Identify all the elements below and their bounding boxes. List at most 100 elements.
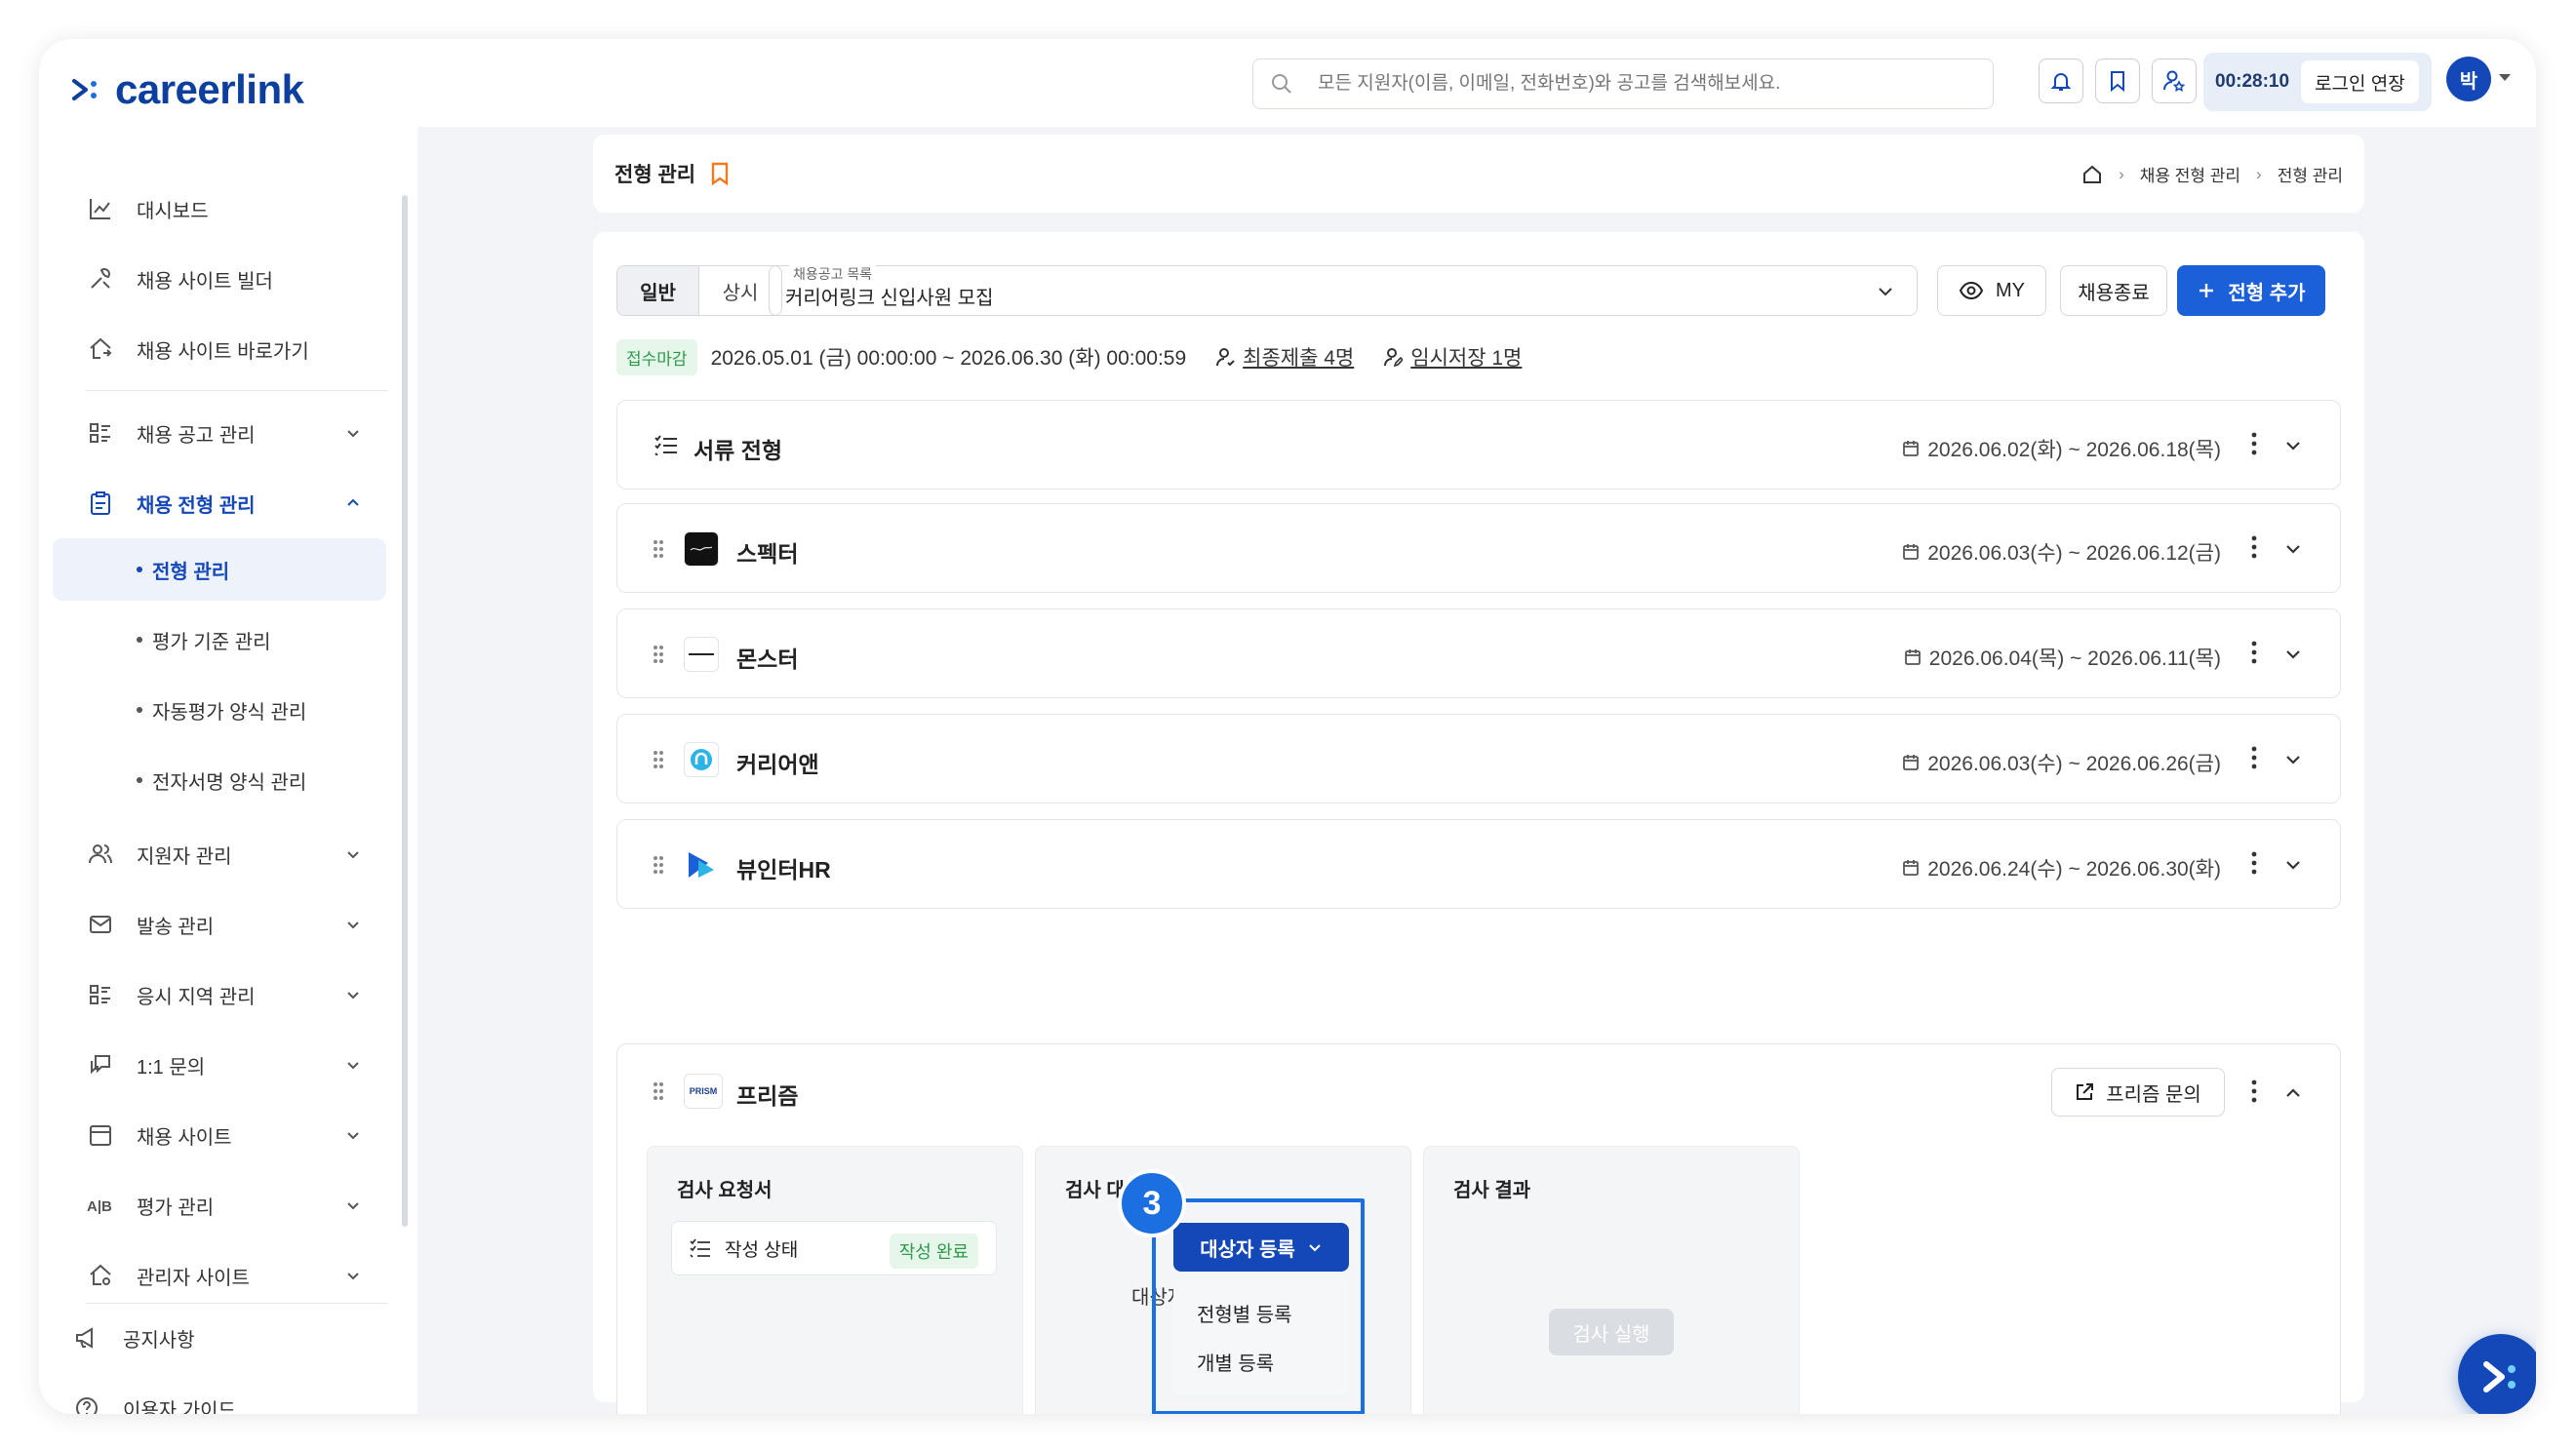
chevron-down-icon[interactable] xyxy=(2283,438,2303,453)
more-vertical-icon[interactable] xyxy=(2250,1078,2258,1105)
sidebar-item-label: 대시보드 xyxy=(137,200,209,222)
more-vertical-icon[interactable] xyxy=(2250,639,2258,666)
sidebar-item-dashboard[interactable]: 대시보드 xyxy=(39,179,390,238)
bullet xyxy=(137,707,142,713)
sidebar-item-label: 평가 관리 xyxy=(137,1196,215,1219)
sidebar-item-region[interactable]: 응시 지역 관리 xyxy=(39,965,390,1024)
breadcrumb: › 채용 전형 관리 › 전형 관리 xyxy=(2081,162,2343,186)
temp-save-link[interactable]: 임시저장 1명 xyxy=(1410,342,1522,372)
final-submit-count[interactable]: 최종제출 4명 xyxy=(1215,342,1354,372)
sidebar-item-label: 공지사항 xyxy=(123,1329,195,1352)
more-vertical-icon[interactable] xyxy=(2250,849,2258,877)
avatar[interactable]: 박 xyxy=(2446,57,2491,101)
temp-save-count[interactable]: 임시저장 1명 xyxy=(1383,342,1522,372)
chevron-down-icon xyxy=(347,1062,359,1070)
sidebar-item-inquiry[interactable]: 1:1 문의 xyxy=(39,1036,390,1094)
stage-career-and[interactable]: 커리어앤 2026.06.03(수) ~ 2026.06.26(금) xyxy=(616,714,2341,804)
drag-handle-icon[interactable] xyxy=(653,1081,664,1101)
stage-specter[interactable]: 스펙터 2026.06.03(수) ~ 2026.06.12(금) xyxy=(616,503,2341,593)
stage-name: 서류 전형 xyxy=(694,438,783,463)
sidebar-item-applicants[interactable]: 지원자 관리 xyxy=(39,825,390,883)
result-card: 검사 결과 검사 실행 xyxy=(1423,1146,1800,1414)
tab-general[interactable]: 일반 xyxy=(617,266,699,315)
sidebar-item-site-builder[interactable]: 채용 사이트 빌더 xyxy=(39,250,390,308)
sidebar-item-admin-site[interactable]: 관리자 사이트 xyxy=(39,1246,390,1305)
breadcrumb-item[interactable]: 전형 관리 xyxy=(2278,162,2343,186)
chevron-up-icon[interactable] xyxy=(2283,1085,2303,1101)
posting-select[interactable]: 채용공고 목록 커리어링크 신입사원 모집 xyxy=(769,264,1918,316)
stage-monster[interactable]: 몬스터 2026.06.04(목) ~ 2026.06.11(목) xyxy=(616,608,2341,698)
sidebar-subitem-e-sign[interactable]: 전자서명 양식 관리 xyxy=(53,749,386,811)
bookmark-button[interactable] xyxy=(2095,59,2140,103)
more-vertical-icon[interactable] xyxy=(2250,430,2258,457)
user-settings-button[interactable] xyxy=(2152,59,2197,103)
bullet xyxy=(137,637,142,643)
list-icon xyxy=(86,980,115,1009)
final-submit-link[interactable]: 최종제출 4명 xyxy=(1243,342,1354,372)
sidebar-item-send[interactable]: 발송 관리 xyxy=(39,895,390,954)
global-search[interactable] xyxy=(1252,59,1994,109)
sidebar-item-label: 관리자 사이트 xyxy=(137,1267,250,1289)
tools-icon xyxy=(86,264,115,294)
sidebar-item-site-shortcut[interactable]: 채용 사이트 바로가기 xyxy=(39,320,390,378)
careerlink-logo[interactable]: careerlink xyxy=(70,66,304,113)
sidebar-subitem-auto-eval[interactable]: 자동평가 양식 관리 xyxy=(53,679,386,741)
drag-handle-icon[interactable] xyxy=(653,855,664,875)
notification-button[interactable] xyxy=(2039,59,2083,103)
timer-text: 00:28:10 xyxy=(2215,71,2290,92)
extend-login-button[interactable]: 로그인 연장 xyxy=(2301,60,2419,103)
posting-info: 접수마감 2026.05.01 (금) 00:00:00 ~ 2026.06.3… xyxy=(616,337,1522,376)
write-status-row[interactable]: 작성 상태 작성 완료 xyxy=(671,1221,997,1275)
bullet xyxy=(137,567,142,572)
careerlink-assistant-icon xyxy=(2483,1361,2516,1392)
sidebar-item-guide[interactable]: 이용자 가이드 xyxy=(39,1379,390,1414)
bullet xyxy=(137,777,142,783)
chevron-down-icon[interactable] xyxy=(2283,647,2303,662)
sidebar-item-label: 발송 관리 xyxy=(137,916,215,938)
chevron-down-icon[interactable] xyxy=(2283,541,2303,557)
stage-name: 스펙터 xyxy=(736,541,799,567)
prism-inquiry-button[interactable]: 프리즘 문의 xyxy=(2051,1068,2225,1117)
breadcrumb-item[interactable]: 채용 전형 관리 xyxy=(2140,162,2240,186)
add-stage-button[interactable]: 전형 추가 xyxy=(2177,265,2325,316)
sidebar-subitem-criteria[interactable]: 평가 기준 관리 xyxy=(53,608,386,671)
search-input[interactable] xyxy=(1318,73,1942,95)
chevron-right-icon: › xyxy=(2119,164,2124,183)
sidebar-scrollbar[interactable] xyxy=(402,195,408,1227)
bookmark-icon[interactable] xyxy=(709,161,731,186)
chevron-up-icon xyxy=(347,498,359,506)
drag-handle-icon[interactable] xyxy=(653,750,664,769)
caret-down-icon[interactable] xyxy=(2499,74,2511,81)
drag-handle-icon[interactable] xyxy=(653,645,664,664)
sidebar-item-recruit-site[interactable]: 채용 사이트 xyxy=(39,1106,390,1164)
sidebar-item-notice[interactable]: 공지사항 xyxy=(39,1309,390,1367)
chevron-down-icon[interactable] xyxy=(2283,752,2303,767)
sidebar-item-label: 채용 사이트 바로가기 xyxy=(137,340,309,363)
sidebar-subitem-selection-manage[interactable]: 전형 관리 xyxy=(53,538,386,601)
stage-date-text: 2026.06.02(화) ~ 2026.06.18(목) xyxy=(1927,439,2221,461)
stage-dates: 2026.06.03(수) ~ 2026.06.12(금) xyxy=(1902,537,2221,567)
chevron-down-icon[interactable] xyxy=(2283,857,2303,873)
run-test-button[interactable]: 검사 실행 xyxy=(1549,1309,1674,1355)
page-title: 전형 관리 xyxy=(614,164,696,186)
sidebar-item-evaluation[interactable]: A|B 평가 관리 xyxy=(39,1176,390,1235)
assistant-fab-button[interactable] xyxy=(2458,1334,2536,1414)
my-label: MY xyxy=(1996,279,2025,301)
sidebar-subitem-label: 전자서명 양식 관리 xyxy=(152,771,307,794)
sidebar-item-posting[interactable]: 채용 공고 관리 xyxy=(39,404,390,462)
stage-viewinter-hr[interactable]: 뷰인터HR 2026.06.24(수) ~ 2026.06.30(화) xyxy=(616,819,2341,909)
my-filter-button[interactable]: MY xyxy=(1937,265,2046,316)
selection-panel: 일반 상시 채용공고 목록 커리어링크 신입사원 모집 MY 채용종료 전형 추… xyxy=(593,232,2364,1414)
calendar-icon xyxy=(86,1120,115,1150)
stage-document[interactable]: 서류 전형 2026.06.02(화) ~ 2026.06.18(목) xyxy=(616,400,2341,490)
drag-handle-icon[interactable] xyxy=(653,539,664,559)
more-vertical-icon[interactable] xyxy=(2250,533,2258,561)
sidebar-item-selection[interactable]: 채용 전형 관리 xyxy=(39,474,390,532)
career-and-logo xyxy=(684,742,719,777)
user-edit-icon xyxy=(1384,348,1404,368)
card-title: 검사 요청서 xyxy=(677,1180,773,1201)
more-vertical-icon[interactable] xyxy=(2250,744,2258,771)
close-recruitment-button[interactable]: 채용종료 xyxy=(2060,265,2167,316)
home-icon[interactable] xyxy=(2081,164,2103,185)
help-icon xyxy=(72,1393,101,1414)
